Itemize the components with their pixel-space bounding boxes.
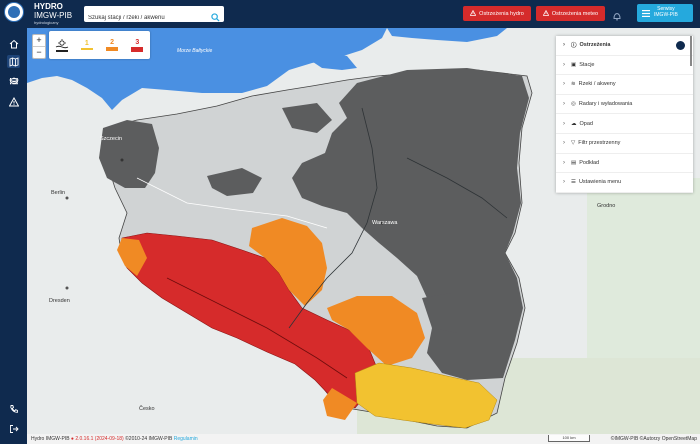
menu-icon (642, 4, 650, 22)
panel-item-ustawienia[interactable]: › ☰ Ustawienia menu (556, 173, 693, 193)
zoom-control: + − (32, 34, 46, 59)
warning-icon[interactable] (7, 95, 20, 108)
phone-icon[interactable] (7, 402, 20, 415)
layers-panel: › ⓘ Ostrzeżenia › ▣ Stacje › ≋ Rzeki / a… (556, 36, 693, 193)
settings-icon: ☰ (571, 179, 576, 186)
map-icon[interactable] (7, 55, 20, 68)
panel-item-label: Filtr przestrzenny (578, 140, 621, 147)
map-label-warszawa: Warszawa (372, 220, 398, 226)
list-icon[interactable] (7, 74, 20, 87)
panel-item-rzeki[interactable]: › ≋ Rzeki / akweny (556, 75, 693, 95)
panel-item-label: Rzeki / akweny (578, 81, 616, 88)
footer-attribution[interactable]: ©IMGW-PIB ©Autorzy OpenStreetMap (611, 436, 697, 442)
zoom-in-button[interactable]: + (33, 35, 45, 46)
logout-icon[interactable] (7, 422, 20, 435)
warning-levels: 1 2 3 (49, 31, 150, 59)
level-1[interactable]: 1 (74, 31, 99, 59)
chevron-right-icon: › (563, 159, 565, 166)
level-0-bar (55, 49, 68, 52)
map-label-grodno: Grodno (597, 203, 616, 209)
map-label-szczecin: Szczecin (100, 136, 123, 142)
brand-subtitle: IMGW-PIB (34, 11, 73, 20)
map-label-cesko: Česko (139, 406, 155, 412)
services-label: Serwisy IMGW-PIB (654, 6, 678, 19)
panel-item-radary[interactable]: › ◎ Radary i wyładowania (556, 95, 693, 115)
search-icon[interactable] (211, 9, 220, 27)
zoom-out-button[interactable]: − (33, 46, 45, 58)
alert-hydro-label: Ostrzeżenia hydro (479, 10, 524, 17)
alert-meteo-label: Ostrzeżenia meteo (551, 10, 599, 17)
map-label-dresden: Dresden (49, 298, 70, 304)
footer-version: 2.0.16.1 (2024-09-18) (75, 436, 124, 442)
bell-icon[interactable] (612, 8, 622, 26)
search-box[interactable] (84, 6, 224, 26)
panel-item-label: Opad (579, 120, 593, 127)
alert-hydro-button[interactable]: Ostrzeżenia hydro (463, 6, 531, 21)
chevron-right-icon: › (563, 120, 565, 127)
level-1-bar (80, 48, 93, 50)
chevron-right-icon: › (563, 101, 565, 108)
chevron-right-icon: › (563, 42, 565, 49)
logo-mark (8, 6, 20, 18)
home-icon[interactable] (7, 37, 20, 50)
chevron-right-icon: › (563, 61, 565, 68)
sun-wave-icon (55, 38, 68, 48)
panel-item-ostrzezenia[interactable]: › ⓘ Ostrzeżenia (556, 36, 693, 56)
panel-item-label: Stacje (579, 61, 595, 68)
warning-icon (542, 9, 550, 18)
search-input[interactable] (88, 10, 208, 26)
panel-item-filtr[interactable]: › ▽ Filtr przestrzenny (556, 134, 693, 154)
panel-item-label: Radary i wyładowania (578, 101, 633, 108)
filter-icon: ▽ (571, 140, 576, 147)
warning-icon (469, 9, 477, 18)
level-2-label: 2 (110, 39, 115, 46)
panel-item-stacje[interactable]: › ▣ Stacje (556, 56, 693, 76)
footer-left: Hydro IMGW-PIB ● 2.0.16.1 (2024-09-18) ©… (31, 436, 198, 442)
chevron-right-icon: › (563, 81, 565, 88)
level-0[interactable] (49, 31, 74, 59)
logo[interactable] (4, 2, 24, 22)
basemap-icon: ▤ (571, 159, 577, 166)
level-2-bar (106, 47, 119, 51)
footer-app: Hydro IMGW-PIB (31, 436, 70, 442)
alert-meteo-button[interactable]: Ostrzeżenia meteo (536, 6, 605, 21)
panel-item-label: Podkład (579, 159, 600, 166)
footer-copyright: ©2010-24 IMGW-PIB (125, 436, 173, 442)
footer-regulamin-link[interactable]: Regulamin (174, 436, 198, 442)
panel-item-label: Ustawienia menu (578, 179, 622, 186)
radar-icon: ◎ (571, 101, 576, 108)
level-3-bar (131, 46, 144, 52)
brand-title: HYDRO (34, 2, 63, 11)
left-nav (0, 28, 27, 444)
footer-version-icon: ● (70, 436, 74, 442)
stop-icon[interactable] (676, 41, 685, 50)
chevron-right-icon: › (563, 179, 565, 186)
station-icon: ▣ (571, 61, 577, 68)
level-3-label: 3 (135, 38, 140, 46)
scale-bar: 100 km (548, 435, 590, 442)
services-line2: IMGW-PIB (654, 12, 678, 18)
panel-item-label: Ostrzeżenia (579, 42, 611, 49)
map-label-berlin: Berlin (51, 190, 66, 196)
chevron-right-icon: › (563, 140, 565, 147)
footer: Hydro IMGW-PIB ● 2.0.16.1 (2024-09-18) ©… (27, 434, 700, 444)
panel-item-opad[interactable]: › ☁ Opad (556, 114, 693, 134)
panel-item-podklad[interactable]: › ▤ Podkład (556, 154, 693, 174)
panel-scrollbar[interactable] (690, 36, 692, 66)
level-2[interactable]: 2 (100, 31, 125, 59)
services-button[interactable]: Serwisy IMGW-PIB (637, 4, 693, 22)
level-3[interactable]: 3 (125, 31, 150, 59)
map-label-sea: Morze Bałtyckie (177, 48, 213, 54)
level-1-label: 1 (84, 40, 89, 47)
brand: HYDRO IMGW-PIB hydrologiczny (34, 3, 72, 25)
cloud-icon: ☁ (571, 120, 577, 127)
brand-tagline: hydrologiczny (34, 20, 59, 25)
river-icon: ≋ (571, 81, 576, 88)
info-icon: ⓘ (571, 43, 577, 50)
